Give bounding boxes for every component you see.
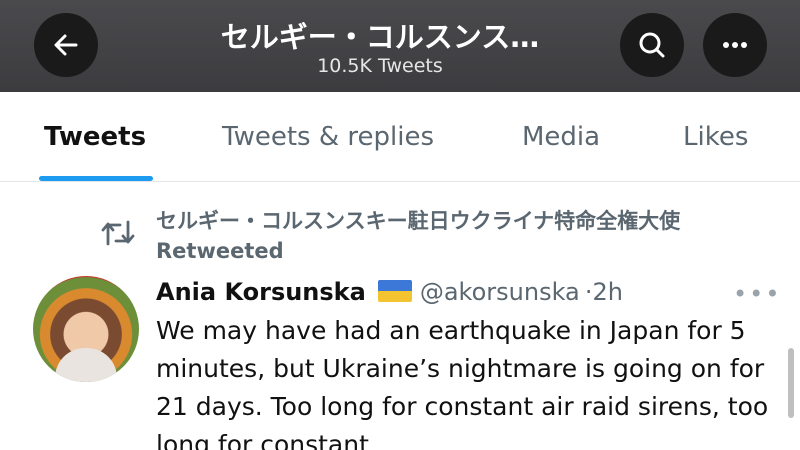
author-name[interactable]: Ania Korsunska (156, 278, 366, 306)
more-horizontal-icon (723, 42, 747, 48)
scrollbar[interactable] (788, 348, 794, 418)
tweet-count: 10.5K Tweets (317, 55, 443, 77)
profile-tabs: Tweets Tweets & replies Media Likes (0, 92, 800, 182)
search-button[interactable] (620, 13, 684, 77)
active-tab-indicator (39, 176, 153, 181)
ukraine-flag-icon (377, 280, 412, 302)
author-handle[interactable]: @akorsunska (420, 278, 580, 306)
avatar-shirt-shape (55, 348, 117, 382)
tweet-timestamp[interactable]: 2h (593, 278, 623, 306)
arrow-left-icon (54, 34, 78, 56)
back-button[interactable] (34, 13, 98, 77)
tab-media[interactable]: Media (522, 122, 600, 152)
separator-dot: · (584, 278, 593, 306)
tweet-header: Ania Korsunska @akorsunska ·2h (156, 278, 776, 310)
more-options-button[interactable] (703, 13, 767, 77)
tab-likes[interactable]: Likes (683, 122, 748, 152)
avatar[interactable] (33, 276, 139, 382)
retweeted-by-label[interactable]: セルギー・コルスンスキー駐日ウクライナ特命全権大使 Retweeted (156, 206, 776, 266)
profile-name-title: セルギー・コルスンス… (220, 20, 540, 54)
tweet-text: We may have had an earthquake in Japan f… (156, 316, 769, 450)
tab-tweets[interactable]: Tweets (44, 122, 146, 152)
search-icon (639, 32, 665, 58)
tweet-more-icon[interactable]: ••• (733, 280, 781, 308)
retweet-icon (101, 220, 135, 246)
profile-header: セルギー・コルスンス… 10.5K Tweets (0, 0, 800, 92)
tab-tweets-and-replies[interactable]: Tweets & replies (222, 122, 434, 152)
